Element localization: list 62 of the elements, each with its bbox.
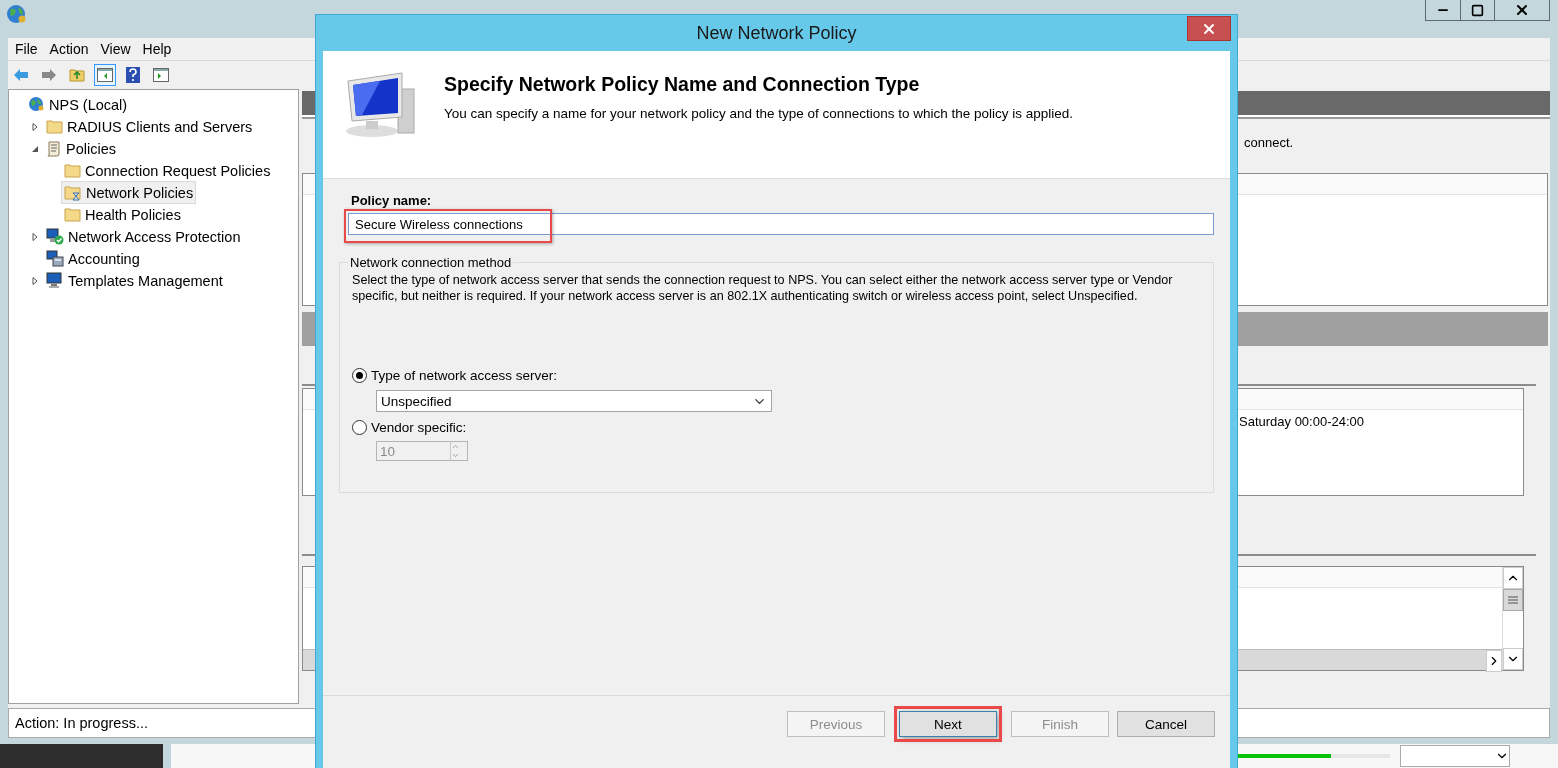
computer-icon xyxy=(46,272,64,290)
description-text: Select the type of network access server that sends the connection request to NPS. You can select either the network access server type or Vendor specific, but neither is required. If your network access server is an 802.1X authenticating switch or wireless access point, select Unspecified. xyxy=(352,272,1174,304)
policy-folder-icon xyxy=(64,184,82,201)
tree-item[interactable]: Connection Request Policies xyxy=(61,159,274,183)
folder-icon xyxy=(46,119,63,135)
app-globe-icon xyxy=(6,4,28,26)
collapse-arrow-icon[interactable] xyxy=(31,144,39,153)
computer-icon xyxy=(46,250,64,268)
tree-item[interactable]: NPS (Local) xyxy=(25,93,131,117)
radio-button[interactable] xyxy=(352,420,367,435)
wizard-button[interactable]: Cancel xyxy=(1117,711,1215,737)
menu-item[interactable]: View xyxy=(96,41,139,57)
expand-arrow-icon[interactable] xyxy=(31,232,39,241)
computer-checkmark-icon xyxy=(46,228,64,246)
chevron-down-icon xyxy=(451,451,460,460)
page-subtitle: You can specify a name for your network policy and the type of connections to which the policy is applied. xyxy=(444,106,1074,121)
pane-right-icon xyxy=(153,67,169,82)
vertical-scrollbar[interactable] xyxy=(1502,566,1523,670)
folder-icon xyxy=(64,207,81,223)
status-text: Action: In progress... xyxy=(15,715,148,731)
show-hide-tree-button[interactable] xyxy=(94,63,116,86)
folder-icon xyxy=(64,163,81,179)
back-arrow-icon xyxy=(13,67,29,82)
radio-label: Vendor specific: xyxy=(371,420,467,435)
scroll-down-button[interactable] xyxy=(1503,647,1523,670)
dropdown-field[interactable] xyxy=(1400,745,1510,767)
scroll-up-button[interactable] xyxy=(1503,566,1523,589)
scroll-right-button[interactable] xyxy=(1486,649,1502,672)
radio-label: Type of network access server: xyxy=(371,368,558,383)
maximize-icon xyxy=(1471,3,1484,17)
table-cell: Saturday 00:00-24:00 xyxy=(1239,413,1365,429)
expand-arrow-icon[interactable] xyxy=(31,276,39,285)
scroll-icon xyxy=(46,140,62,158)
close-icon xyxy=(1514,2,1530,18)
tree-item[interactable]: RADIUS Clients and Servers xyxy=(43,115,256,139)
globe-icon xyxy=(28,96,45,114)
dialog-title: New Network Policy xyxy=(696,22,857,44)
scroll-thumb[interactable] xyxy=(1503,588,1523,611)
radio-button[interactable] xyxy=(352,368,367,383)
expand-arrow-icon[interactable] xyxy=(31,122,39,131)
folder-up-icon xyxy=(69,67,85,83)
pane-left-icon xyxy=(97,67,113,82)
field-label: Policy name: xyxy=(351,193,432,208)
tree-item[interactable]: Network Policies xyxy=(61,181,197,205)
dropdown-field[interactable]: Unspecified xyxy=(376,390,772,412)
group-legend: Network connection method xyxy=(348,255,514,270)
grip-lines-icon xyxy=(1508,595,1518,604)
close-button[interactable] xyxy=(1187,16,1231,41)
menu-item[interactable]: Help xyxy=(138,41,180,57)
help-icon xyxy=(126,66,140,83)
tree-item[interactable]: Policies xyxy=(43,137,119,161)
chevron-up-icon xyxy=(451,442,460,451)
page-heading: Specify Network Policy Name and Connection Type xyxy=(444,73,921,96)
tree-item[interactable]: Templates Management xyxy=(43,269,226,293)
tree-item[interactable]: Network Access Protection xyxy=(43,225,244,249)
description-text: connect. xyxy=(1244,134,1294,152)
forward-arrow-icon xyxy=(41,67,57,82)
policy-name-field[interactable]: Secure Wireless connections xyxy=(348,213,1214,235)
menu-item[interactable]: File xyxy=(11,41,46,57)
tree-item[interactable]: Accounting xyxy=(43,247,143,271)
menu-item[interactable]: Action xyxy=(45,41,97,57)
tree-item[interactable]: Health Policies xyxy=(61,203,184,227)
